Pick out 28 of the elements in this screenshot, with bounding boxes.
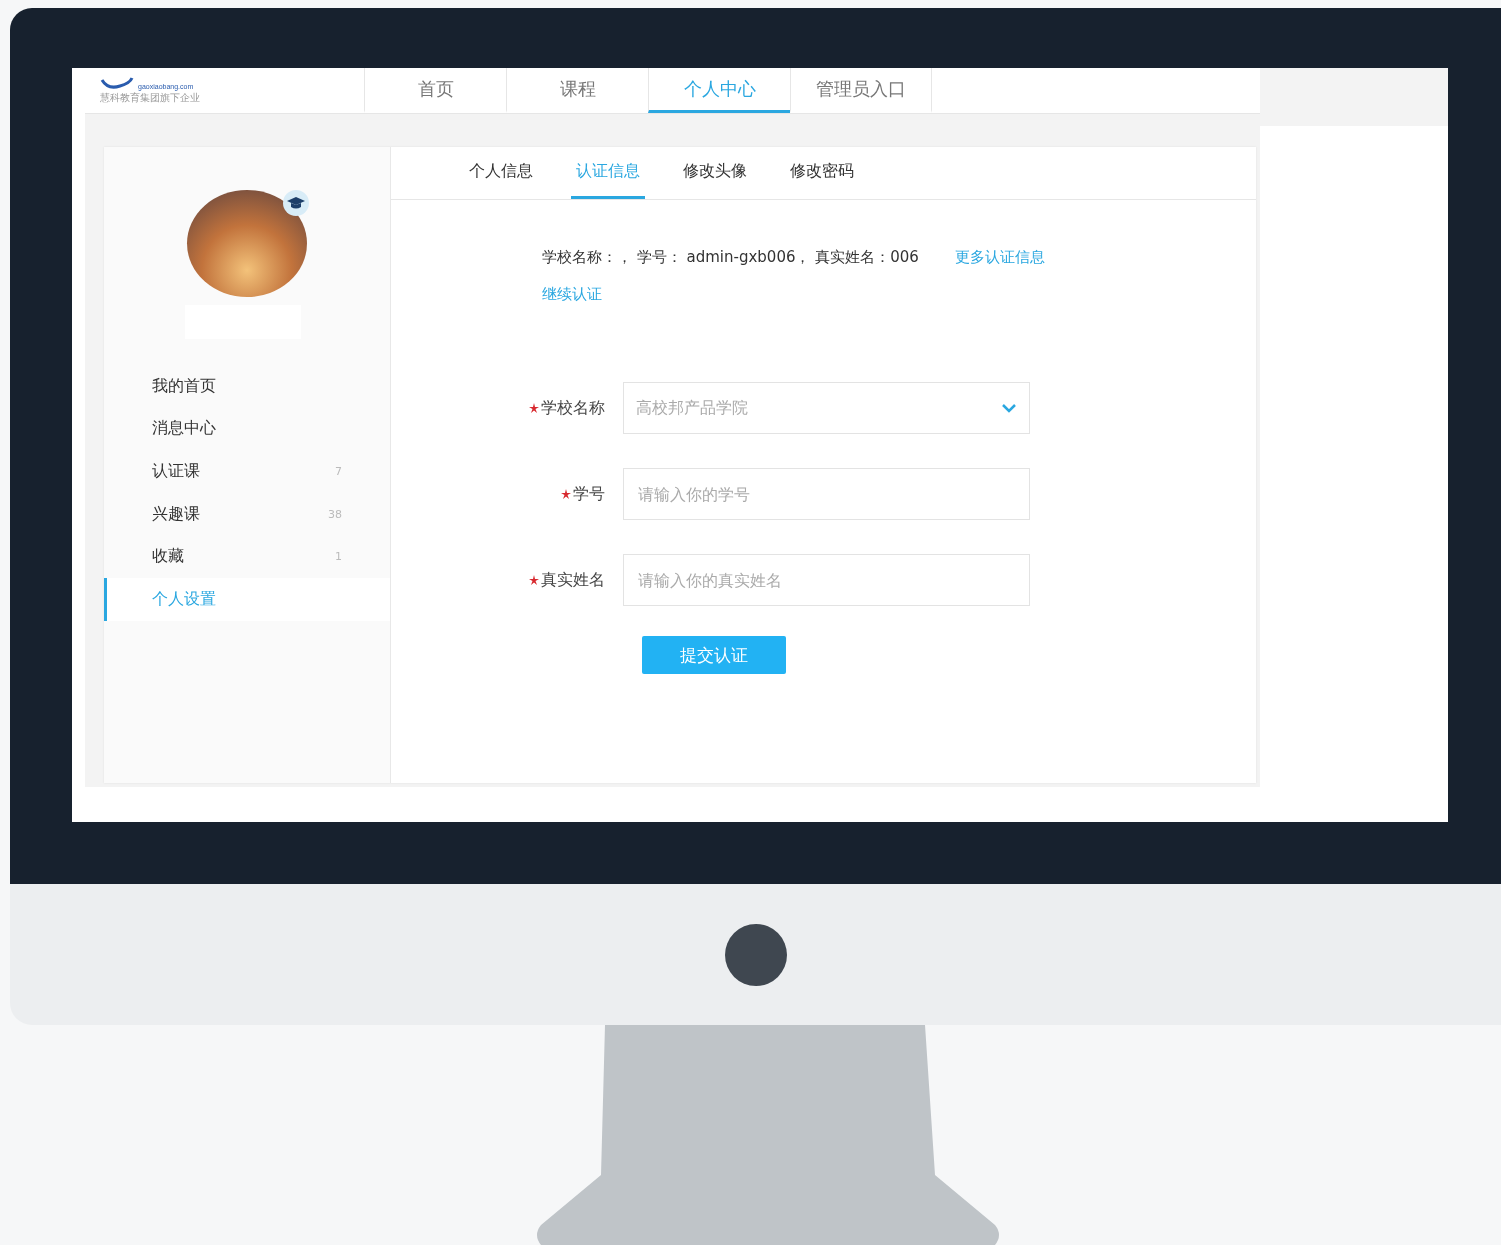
graduation-cap-icon [283, 190, 309, 216]
chevron-down-icon [1001, 403, 1017, 413]
nav-link[interactable]: 首页 [364, 68, 506, 113]
sidebar-item[interactable]: 个人设置 [104, 577, 390, 621]
sidebar-item[interactable]: 收藏 1 [104, 535, 390, 578]
input-field[interactable]: 请输入你的学号 [623, 468, 1030, 520]
sidebar-item[interactable]: 我的首页 [104, 365, 390, 408]
tab[interactable]: 修改头像 [678, 147, 752, 199]
certification-info-text: 学校名称：， 学号： admin-gxb006， 真实姓名：006 [542, 248, 919, 266]
more-info-link[interactable]: 更多认证信息 [954, 242, 1045, 273]
sidebar-item[interactable]: 消息中心 [104, 407, 390, 451]
tab[interactable]: 个人信息 [464, 147, 538, 199]
school-select[interactable]: 高校邦产品学院 [623, 382, 1030, 434]
nav-link[interactable]: 管理员入口 [790, 68, 932, 113]
field-label: 学号 [573, 483, 605, 505]
input-field[interactable]: 请输入你的真实姓名 [623, 554, 1030, 606]
field-label: 学校名称 [541, 397, 605, 419]
submit-button[interactable]: 提交认证 [642, 636, 786, 674]
field-label: 真实姓名 [541, 569, 605, 591]
logo-icon [100, 76, 134, 90]
sidebar-item[interactable]: 认证课 7 [104, 450, 390, 493]
nav-link[interactable]: 课程 [506, 68, 648, 113]
continue-link[interactable]: 继续认证 [542, 279, 602, 310]
sidebar-item[interactable]: 兴趣课 38 [104, 492, 390, 536]
nav-link[interactable]: 个人中心 [648, 68, 790, 113]
logo-tagline: 慧科教育集团旗下企业 [100, 91, 201, 105]
tab[interactable]: 认证信息 [571, 147, 645, 199]
tab[interactable]: 修改密码 [785, 147, 859, 199]
